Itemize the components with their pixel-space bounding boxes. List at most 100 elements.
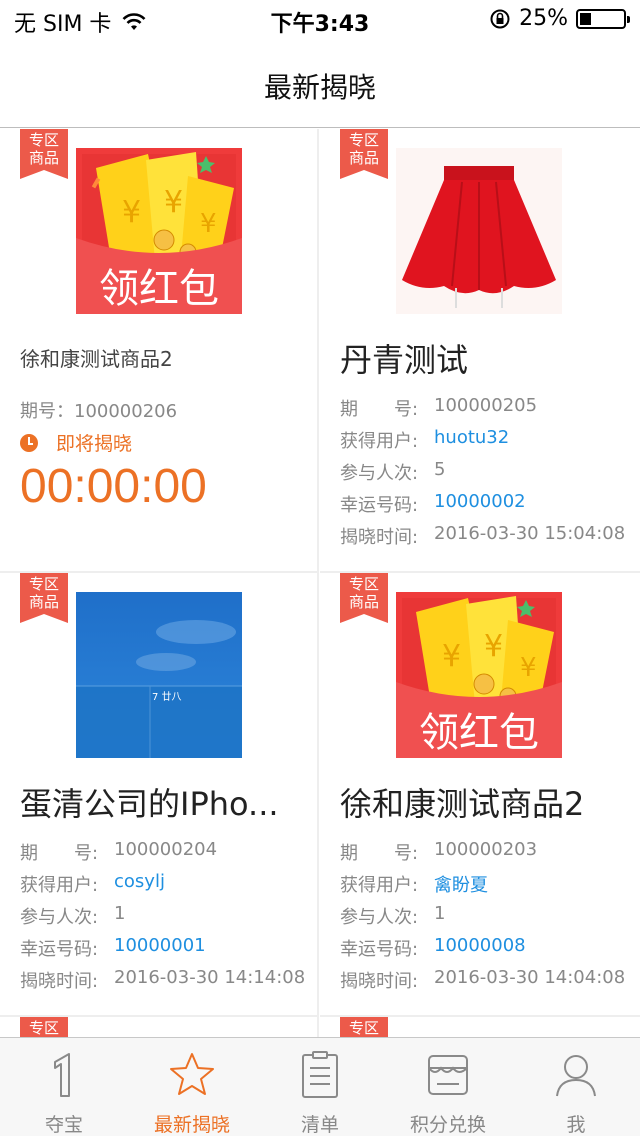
winner-row: 获得用户: cosylj xyxy=(20,871,310,903)
results-row: 专区 商品 7 廿八 蛋清公司的IPho... 期 号: 100000204 获… xyxy=(0,573,640,1017)
ribbon-line: 专区 xyxy=(348,575,379,593)
product-name: 丹青测试 xyxy=(340,341,469,379)
ribbon-line: 商品 xyxy=(28,593,59,611)
winner-link[interactable]: 禽盼夏 xyxy=(434,871,488,903)
product-card[interactable]: 专区 商品 ¥ ¥ ¥ xyxy=(320,573,640,1017)
tab-label: 我 xyxy=(566,1114,586,1136)
participants-value: 5 xyxy=(434,459,446,480)
winner-link[interactable]: huotu32 xyxy=(434,427,509,459)
phone-screen-image xyxy=(76,592,242,758)
zone-ribbon: 专区 商品 xyxy=(20,129,68,179)
tab-label: 最新揭晓 xyxy=(153,1114,230,1136)
one-icon xyxy=(54,1053,70,1097)
product-name: 蛋清公司的IPho... xyxy=(20,785,279,823)
ribbon-line: 专区 xyxy=(28,575,59,593)
lucky-code-label: 幸运号码: xyxy=(20,939,99,960)
period-value: 100000204 xyxy=(114,839,218,860)
reveal-time-value: 2016-03-30 15:04:08 xyxy=(434,523,626,544)
svg-text:¥: ¥ xyxy=(442,639,461,674)
participants-label: 参与人次: xyxy=(340,907,419,928)
battery-icon xyxy=(576,8,630,29)
product-name: 徐和康测试商品2 xyxy=(340,785,585,823)
tab-label: 清单 xyxy=(300,1114,339,1136)
svg-text:¥: ¥ xyxy=(200,209,217,239)
product-image: ¥ ¥ ¥ 领红包 xyxy=(76,148,242,314)
ribbon-line: 专区 xyxy=(28,131,59,149)
image-caption: 领红包 xyxy=(99,266,219,312)
zone-ribbon: 专区 商品 xyxy=(340,129,388,179)
nav-bar: 最新揭晓 xyxy=(0,40,640,128)
period-label: 期 号: xyxy=(20,843,99,864)
lucky-code-label: 幸运号码: xyxy=(340,939,419,960)
zone-ribbon: 专区 商品 xyxy=(340,573,388,623)
lucky-code-link[interactable]: 10000001 xyxy=(114,935,206,967)
winner-link[interactable]: cosylj xyxy=(114,871,165,903)
results-row: 专区 商品 ¥ ¥ ¥ 领红包 徐和康测试商品2 期号：100000206 即将… xyxy=(0,129,640,573)
star-icon xyxy=(170,1053,214,1095)
zone-ribbon: 专区 xyxy=(20,1017,68,1037)
participants-value: 1 xyxy=(114,903,126,924)
participants-row: 参与人次: 5 xyxy=(340,459,630,491)
tab-treasure[interactable]: 夺宝 xyxy=(0,1038,128,1136)
period-row: 期 号: 100000204 xyxy=(20,839,310,871)
reveal-time-row: 揭晓时间: 2016-03-30 14:14:08 xyxy=(20,967,310,999)
reveal-time-label: 揭晓时间: xyxy=(340,527,419,548)
ribbon-line: 商品 xyxy=(348,593,379,611)
zone-ribbon: 专区 xyxy=(340,1017,388,1037)
reveal-time-value: 2016-03-30 14:04:08 xyxy=(434,967,626,988)
winner-row: 获得用户: huotu32 xyxy=(340,427,630,459)
svg-text:¥: ¥ xyxy=(122,195,141,230)
rotation-lock-icon xyxy=(490,9,510,28)
winner-row: 获得用户: 禽盼夏 xyxy=(340,871,630,903)
tab-label: 积分兑换 xyxy=(409,1114,486,1136)
participants-value: 1 xyxy=(434,903,446,924)
period-value: 100000205 xyxy=(434,395,538,416)
soon-label: 即将揭晓 xyxy=(56,433,133,455)
product-card[interactable]: 专区商品 丹青测试 期 号: 100000205 获得用户: huotu32 xyxy=(320,129,640,573)
participants-label: 参与人次: xyxy=(340,463,419,484)
ribbon-line: 专区 xyxy=(348,131,379,149)
tab-me[interactable]: 我 xyxy=(512,1038,640,1136)
red-skirt-image xyxy=(396,148,562,314)
product-image: 7 廿八 xyxy=(76,592,242,758)
tab-latest-reveal[interactable]: 最新揭晓 xyxy=(128,1038,256,1136)
shop-icon xyxy=(428,1055,468,1095)
results-list[interactable]: 专区 商品 ¥ ¥ ¥ 领红包 徐和康测试商品2 期号：100000206 即将… xyxy=(0,129,640,1037)
winner-label: 获得用户: xyxy=(340,431,419,452)
participants-row: 参与人次: 1 xyxy=(340,903,630,935)
reveal-time-row: 揭晓时间: 2016-03-30 15:04:08 xyxy=(340,523,630,555)
lucky-code-row: 幸运号码: 10000008 xyxy=(340,935,630,967)
tab-bar: 夺宝 最新揭晓 清单 积分兑换 我 xyxy=(0,1037,640,1136)
period-row: 期 号: 100000205 xyxy=(340,395,630,427)
tab-points-exchange[interactable]: 积分兑换 xyxy=(384,1038,512,1136)
lucky-code-link[interactable]: 10000002 xyxy=(434,491,526,523)
clock-icon xyxy=(20,433,38,452)
ribbon-line: 商品 xyxy=(28,149,59,167)
winner-label: 获得用户: xyxy=(340,875,419,896)
ribbon-line: 商品 xyxy=(348,149,379,167)
period-value: 100000203 xyxy=(434,839,538,860)
period-row: 期 号: 100000203 xyxy=(340,839,630,871)
product-card[interactable]: 专区 xyxy=(320,1017,640,1037)
product-card[interactable]: 专区 xyxy=(0,1017,319,1037)
reveal-time-value: 2016-03-30 14:14:08 xyxy=(114,967,306,988)
product-card[interactable]: 专区 商品 ¥ ¥ ¥ xyxy=(0,129,319,573)
battery-percent: 25% xyxy=(519,6,568,31)
tab-list[interactable]: 清单 xyxy=(256,1038,384,1136)
results-row: 专区 专区 xyxy=(0,1017,640,1037)
lucky-code-link[interactable]: 10000008 xyxy=(434,935,526,967)
svg-text:¥: ¥ xyxy=(164,185,183,220)
result-info: 期 号: 100000205 获得用户: huotu32 参与人次: 5 幸运号码: 1… xyxy=(340,395,630,555)
lucky-code-label: 幸运号码: xyxy=(340,495,419,516)
period-label: 期 号: xyxy=(340,399,419,420)
status-right: 25% xyxy=(489,6,630,31)
result-info: 期 号: 100000203 获得用户: 禽盼夏 参与人次: 1 幸运号码: 10000… xyxy=(340,839,630,999)
soon-status: 即将揭晓 xyxy=(20,429,132,456)
product-card[interactable]: 专区 商品 7 廿八 蛋清公司的IPho... 期 号: 100000204 获… xyxy=(0,573,319,1017)
list-icon xyxy=(302,1051,338,1098)
status-bar: 无 SIM 卡 下午3:43 25% xyxy=(0,0,640,40)
reveal-time-row: 揭晓时间: 2016-03-30 14:04:08 xyxy=(340,967,630,999)
lucky-code-row: 幸运号码: 10000001 xyxy=(20,935,310,967)
period-number: 期号：100000206 xyxy=(20,401,178,422)
countdown-timer: 00:00:00 xyxy=(20,460,207,513)
